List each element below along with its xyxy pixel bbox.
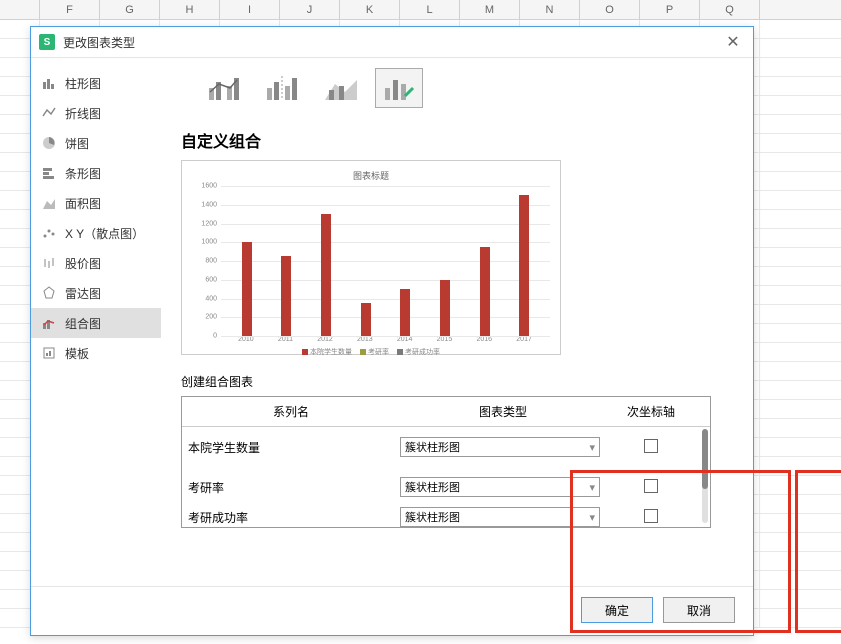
chart-type-icon: [41, 195, 57, 211]
bar: [519, 195, 529, 336]
combo-table-row: 本院学生数量簇状柱形图▾: [182, 427, 710, 467]
combo-table-row: 考研率簇状柱形图▾: [182, 467, 710, 507]
column-header[interactable]: M: [460, 0, 520, 19]
bar: [242, 242, 252, 336]
dialog-main-panel: 自定义组合 图表标题 02004006008001000120014001600…: [161, 58, 753, 586]
chart-type-select[interactable]: 簇状柱形图▾: [400, 437, 600, 457]
sidebar-item-label: 组合图: [65, 315, 101, 332]
chart-type-icon: [41, 75, 57, 91]
bar: [400, 289, 410, 336]
chart-type-icon: [41, 255, 57, 271]
column-header[interactable]: H: [160, 0, 220, 19]
chevron-down-icon: ▾: [589, 481, 595, 494]
sidebar-item-label: 饼图: [65, 135, 89, 152]
chart-preview: 图表标题 02004006008001000120014001600 20102…: [181, 160, 561, 355]
column-header[interactable]: L: [400, 0, 460, 19]
chart-category-sidebar: 柱形图折线图饼图条形图面积图 X Y（散点图） 股价图雷达图组合图模板: [31, 58, 161, 586]
bar: [281, 256, 291, 336]
sidebar-item-1[interactable]: 折线图: [31, 98, 161, 128]
sidebar-item-2[interactable]: 饼图: [31, 128, 161, 158]
combo-thumb-custom[interactable]: [375, 68, 423, 108]
combo-thumb-3[interactable]: [317, 68, 365, 108]
column-header[interactable]: Q: [700, 0, 760, 19]
bar: [321, 214, 331, 336]
chart-type-icon: [41, 345, 57, 361]
combo-table-header: 系列名 图表类型 次坐标轴: [182, 397, 710, 427]
plot-area: 02004006008001000120014001600: [220, 186, 550, 336]
sidebar-item-5[interactable]: X Y（散点图）: [31, 218, 161, 248]
bar: [440, 280, 450, 336]
chart-type-icon: [41, 165, 57, 181]
column-header[interactable]: J: [280, 0, 340, 19]
column-header[interactable]: K: [340, 0, 400, 19]
header-series-name: 系列名: [182, 397, 400, 426]
app-icon: S: [39, 34, 55, 50]
sidebar-item-label: 折线图: [65, 105, 101, 122]
secondary-axis-checkbox[interactable]: [644, 479, 658, 493]
sidebar-item-9[interactable]: 模板: [31, 338, 161, 368]
chart-type-icon: [41, 315, 57, 331]
sidebar-item-0[interactable]: 柱形图: [31, 68, 161, 98]
series-name-cell: 考研成功率: [182, 509, 400, 526]
series-name-cell: 本院学生数量: [182, 439, 400, 456]
cancel-button[interactable]: 取消: [663, 597, 735, 623]
chart-type-icon: [41, 105, 57, 121]
dialog-footer: 确定 取消: [31, 587, 753, 633]
combo-thumb-1[interactable]: [201, 68, 249, 108]
change-chart-type-dialog: S 更改图表类型 ✕ 柱形图折线图饼图条形图面积图 X Y（散点图） 股价图雷达图组…: [30, 26, 754, 636]
sidebar-item-label: 模板: [65, 345, 89, 362]
column-headers: FGHIJKLMNOPQ: [0, 0, 841, 20]
chart-type-icon: [41, 285, 57, 301]
subtype-thumbnails: [171, 68, 733, 108]
sidebar-item-label: X Y（散点图）: [65, 225, 144, 242]
column-header[interactable]: N: [520, 0, 580, 19]
chevron-down-icon: ▾: [589, 511, 595, 524]
sidebar-item-label: 柱形图: [65, 75, 101, 92]
sidebar-item-3[interactable]: 条形图: [31, 158, 161, 188]
chart-type-select[interactable]: 簇状柱形图▾: [400, 477, 600, 497]
bar: [361, 303, 371, 336]
combo-thumb-2[interactable]: [259, 68, 307, 108]
sidebar-item-label: 股价图: [65, 255, 101, 272]
sidebar-item-7[interactable]: 雷达图: [31, 278, 161, 308]
table-scrollbar[interactable]: [702, 429, 708, 523]
chart-title: 图表标题: [192, 169, 550, 182]
chart-type-icon: [41, 135, 57, 151]
column-header[interactable]: I: [220, 0, 280, 19]
chart-type-select[interactable]: 簇状柱形图▾: [400, 507, 600, 527]
combo-table-row: 考研成功率簇状柱形图▾: [182, 507, 710, 527]
series-name-cell: 考研率: [182, 479, 400, 496]
header-secondary-axis: 次坐标轴: [606, 397, 696, 426]
bar: [480, 247, 490, 336]
sidebar-item-8[interactable]: 组合图: [31, 308, 161, 338]
sidebar-item-4[interactable]: 面积图: [31, 188, 161, 218]
header-chart-type: 图表类型: [400, 397, 606, 426]
secondary-axis-checkbox[interactable]: [644, 509, 658, 523]
sidebar-item-label: 面积图: [65, 195, 101, 212]
dialog-titlebar: S 更改图表类型 ✕: [31, 27, 753, 57]
column-header[interactable]: O: [580, 0, 640, 19]
combo-table-label: 创建组合图表: [181, 373, 733, 390]
column-header[interactable]: P: [640, 0, 700, 19]
ok-button[interactable]: 确定: [581, 597, 653, 623]
chart-legend: 本院学生数量考研率考研成功率: [192, 347, 550, 357]
column-header[interactable]: G: [100, 0, 160, 19]
section-title: 自定义组合: [171, 128, 733, 152]
sidebar-item-label: 条形图: [65, 165, 101, 182]
combo-series-table: 系列名 图表类型 次坐标轴 本院学生数量簇状柱形图▾考研率簇状柱形图▾考研成功率…: [181, 396, 711, 528]
chevron-down-icon: ▾: [589, 441, 595, 454]
column-header[interactable]: F: [40, 0, 100, 19]
secondary-axis-checkbox[interactable]: [644, 439, 658, 453]
sidebar-item-6[interactable]: 股价图: [31, 248, 161, 278]
sidebar-item-label: 雷达图: [65, 285, 101, 302]
dialog-title: 更改图表类型: [63, 34, 721, 51]
close-button[interactable]: ✕: [721, 30, 745, 54]
chart-type-icon: [41, 225, 57, 241]
